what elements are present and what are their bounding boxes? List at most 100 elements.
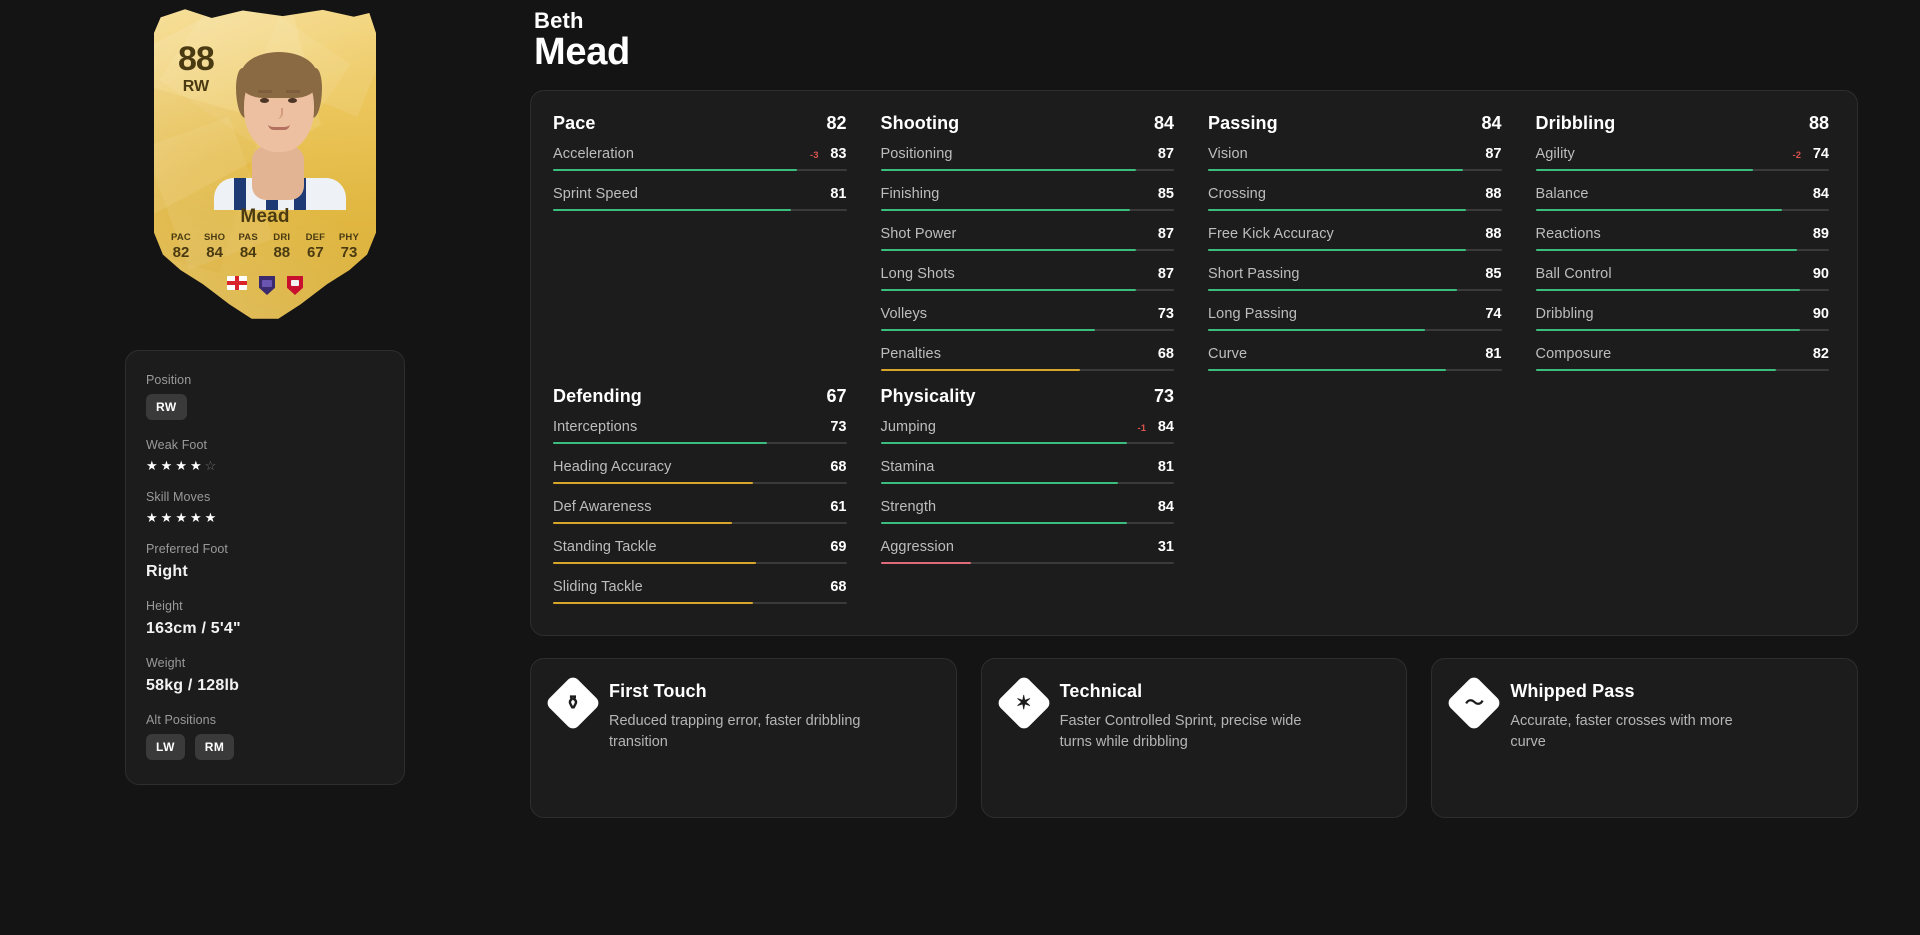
stat-group-passing: Passing 84 Vision 87 Crossing 88 Free Kick Acc…	[1208, 113, 1502, 376]
playstyle-title: First Touch	[609, 681, 707, 701]
card-player-name: Mead	[240, 206, 290, 227]
stat-value: 69	[830, 539, 847, 555]
star-icon: ★	[175, 458, 190, 473]
stat-line: Strength 84	[881, 499, 1175, 515]
stat-row-long-shots: Long Shots 87	[880, 266, 1174, 296]
stat-row-interceptions: Interceptions 73	[553, 419, 847, 449]
stat-bar	[880, 289, 1174, 291]
stat-line: Dribbling 90	[1536, 306, 1830, 322]
star-icon: ★	[146, 458, 161, 473]
stat-group-name: Physicality	[880, 386, 976, 406]
stat-line: Standing Tackle 69	[553, 539, 847, 555]
stat-row-short-passing: Short Passing 85	[1208, 266, 1502, 296]
stat-line: Interceptions 73	[553, 419, 847, 435]
info-preferred-foot-label: Preferred Foot	[146, 542, 228, 556]
stat-line: Composure 82	[1536, 346, 1830, 362]
stat-bar	[553, 442, 847, 444]
stat-value: 88	[1485, 186, 1502, 202]
playstyle-card-technical[interactable]: ✶ Technical Faster Controlled Sprint, prec…	[980, 658, 1408, 818]
stat-bar	[1208, 289, 1502, 291]
england-flag-icon	[227, 276, 247, 290]
alt-position-chips: LW RM	[146, 734, 384, 760]
stat-bar	[1208, 369, 1502, 371]
position-chip-rw[interactable]: RW	[146, 394, 187, 420]
whipped-pass-icon: 〜	[1446, 674, 1503, 732]
stat-row-sliding-tackle: Sliding Tackle 68	[553, 579, 847, 609]
stat-bar	[1535, 369, 1829, 371]
alt-position-chip-rm[interactable]: RM	[194, 734, 235, 760]
stat-group-name: Defending	[553, 386, 642, 406]
stat-name: Curve	[1208, 346, 1248, 362]
stat-line: Ball Control 90	[1536, 266, 1830, 282]
stat-row-aggression: Aggression 31	[880, 539, 1174, 569]
stat-bar	[553, 169, 847, 171]
stat-name: Penalties	[880, 346, 942, 362]
star-icon: ★	[175, 510, 190, 525]
stat-bar	[1208, 209, 1502, 211]
stat-row-sprint-speed: Sprint Speed 81	[553, 186, 847, 216]
stat-group-name: Dribbling	[1535, 113, 1616, 133]
stat-row-crossing: Crossing 88	[1208, 186, 1502, 216]
stat-bar	[1208, 169, 1502, 171]
stat-group-header: Dribbling 88	[1536, 113, 1830, 134]
stat-line: Free Kick Accuracy 88	[1208, 226, 1502, 242]
stat-row-agility: Agility -2 74	[1535, 146, 1829, 176]
stat-group-total: 67	[826, 386, 847, 406]
stat-group-total: 84	[1481, 113, 1502, 133]
stat-name: Volleys	[880, 306, 928, 322]
stat-bar	[553, 522, 847, 524]
attributes-panel: Pace 82 Acceleration -3 83 Sprint Speed 81 Shoo…	[530, 90, 1858, 636]
stat-row-shot-power: Shot Power 87	[880, 226, 1174, 256]
stat-bar	[1535, 169, 1829, 171]
stat-line: Short Passing 85	[1208, 266, 1502, 282]
stat-name: Sprint Speed	[553, 186, 639, 202]
info-weight: Weight 58kg / 128lb	[146, 656, 384, 695]
info-alt-positions: Alt Positions LW RM	[146, 713, 384, 760]
stat-row-dribbling: Dribbling 90	[1535, 306, 1830, 336]
stat-value: 68	[830, 579, 847, 595]
stat-name: Vision	[1208, 146, 1248, 162]
stat-bar	[880, 249, 1174, 251]
stat-group-pace: Pace 82 Acceleration -3 83 Sprint Speed 81	[553, 113, 847, 376]
stat-row-finishing: Finishing 85	[880, 186, 1175, 216]
stat-row-acceleration: Acceleration -3 83	[553, 146, 847, 176]
stat-bar	[880, 369, 1174, 371]
playstyle-body: Whipped Pass Accurate, faster crosses wit…	[1510, 681, 1770, 791]
stat-group-header: Defending 67	[553, 386, 847, 407]
stat-modifier: -3	[810, 150, 819, 161]
first-touch-icon: ⚱	[544, 674, 602, 732]
stat-name: Long Shots	[880, 266, 955, 282]
stat-value: 81	[1157, 459, 1174, 475]
star-outline-icon: ☆	[204, 458, 220, 473]
stat-line: Stamina 81	[881, 459, 1175, 475]
stat-name: Sliding Tackle	[553, 579, 643, 595]
stat-name: Positioning	[880, 146, 953, 162]
stat-row-composure: Composure 82	[1535, 346, 1830, 376]
player-profile-page: 88 RW Mead PAC 82 SHO 84 PAS 84 DRI 88 D…	[0, 0, 1920, 935]
stat-name: Ball Control	[1535, 266, 1612, 282]
stat-name: Def Awareness	[553, 499, 652, 515]
stat-bar	[553, 482, 847, 484]
stat-row-standing-tackle: Standing Tackle 69	[553, 539, 847, 569]
stat-line: Heading Accuracy 68	[553, 459, 847, 475]
stat-value: 85	[1157, 186, 1174, 202]
stat-row-balance: Balance 84	[1535, 186, 1829, 216]
stat-line: Volleys 73	[881, 306, 1175, 322]
card-stat-def: DEF 67	[305, 232, 326, 261]
stat-line: Curve 81	[1208, 346, 1502, 362]
playstyle-card-first-touch[interactable]: ⚱ First Touch Reduced trapping error, fast…	[530, 658, 957, 818]
stat-value: 87	[1157, 146, 1174, 162]
skill-moves-stars: ★★★★★	[146, 511, 384, 524]
info-alt-positions-label: Alt Positions	[146, 713, 217, 727]
stat-bar	[880, 522, 1174, 524]
left-column: 88 RW Mead PAC 82 SHO 84 PAS 84 DRI 88 D…	[0, 0, 530, 935]
stat-group-header: Passing 84	[1208, 113, 1502, 134]
stat-line: Finishing 85	[881, 186, 1175, 202]
playstyle-card-whipped-pass[interactable]: 〜 Whipped Pass Accurate, faster crosses wi…	[1431, 658, 1858, 818]
player-card[interactable]: 88 RW Mead PAC 82 SHO 84 PAS 84 DRI 88 D…	[154, 8, 376, 320]
playstyle-title: Technical	[1059, 681, 1143, 701]
stat-row-free-kick-accuracy: Free Kick Accuracy 88	[1208, 226, 1502, 256]
stat-name: Standing Tackle	[553, 539, 657, 555]
alt-position-chip-lw[interactable]: LW	[146, 734, 185, 760]
stat-line: Crossing 88	[1208, 186, 1502, 202]
